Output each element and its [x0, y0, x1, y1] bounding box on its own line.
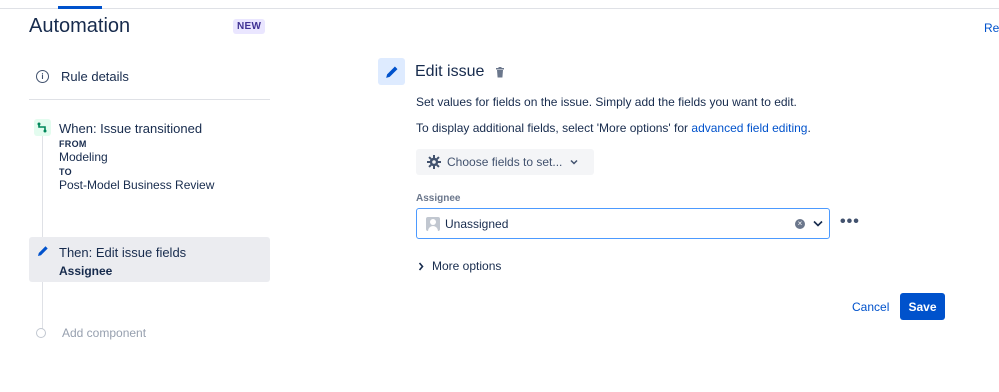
- rule-details-item[interactable]: i Rule details: [36, 69, 129, 84]
- more-actions-button[interactable]: •••: [840, 213, 860, 231]
- clear-icon[interactable]: ×: [795, 218, 805, 229]
- choose-fields-label: Choose fields to set...: [447, 155, 563, 169]
- trigger-component[interactable]: When: Issue transitioned FROM Modeling T…: [59, 121, 214, 192]
- to-value: Post-Model Business Review: [59, 178, 215, 192]
- from-value: Modeling: [59, 150, 108, 164]
- save-button[interactable]: Save: [900, 293, 945, 320]
- top-divider: [0, 8, 999, 9]
- trigger-title: When: Issue transitioned: [59, 121, 203, 136]
- chevron-down-icon[interactable]: [813, 220, 823, 227]
- refresh-link[interactable]: Ref: [984, 21, 999, 35]
- more-options-toggle[interactable]: More options: [418, 259, 501, 273]
- advanced-field-editing-link[interactable]: advanced field editing: [691, 121, 807, 135]
- assignee-value: Unassigned: [445, 216, 509, 231]
- add-dot-icon: [36, 328, 46, 338]
- description-text: To display additional fields, select 'Mo…: [416, 121, 692, 135]
- pencil-icon: [36, 244, 50, 258]
- avatar: [426, 216, 440, 231]
- sidebar-divider: [29, 99, 270, 100]
- trash-icon[interactable]: [495, 65, 505, 83]
- assignee-field-label: Assignee: [416, 193, 461, 204]
- transition-icon: [34, 119, 51, 136]
- more-options-label: More options: [432, 259, 502, 273]
- panel-description: Set values for fields on the issue. Simp…: [416, 95, 797, 109]
- add-component-button[interactable]: Add component: [36, 326, 146, 340]
- panel-description-2: To display additional fields, select 'Mo…: [416, 121, 811, 135]
- assignee-select[interactable]: Unassigned ×: [416, 208, 830, 239]
- chevron-right-icon: [418, 261, 424, 271]
- gear-icon: [427, 155, 441, 169]
- rule-details-label: Rule details: [61, 69, 129, 84]
- panel-title: Edit issue: [415, 63, 485, 80]
- component-connector-line: [42, 134, 43, 329]
- add-component-label: Add component: [62, 326, 147, 340]
- info-icon: i: [36, 70, 49, 83]
- from-label: FROM: [59, 139, 87, 149]
- action-subtitle: Assignee: [59, 264, 113, 278]
- to-label: TO: [59, 167, 72, 177]
- active-tab-indicator: [58, 6, 102, 9]
- action-title: Then: Edit issue fields: [59, 245, 187, 260]
- description-period: .: [807, 121, 811, 135]
- chevron-down-icon: [570, 159, 578, 165]
- edit-pencil-icon: [378, 58, 405, 85]
- choose-fields-button[interactable]: Choose fields to set...: [416, 149, 594, 175]
- action-component-selected[interactable]: Then: Edit issue fields Assignee: [29, 237, 270, 282]
- cancel-button[interactable]: Cancel: [852, 300, 889, 314]
- page-title: Automation: [29, 15, 131, 37]
- new-badge: NEW: [233, 19, 266, 34]
